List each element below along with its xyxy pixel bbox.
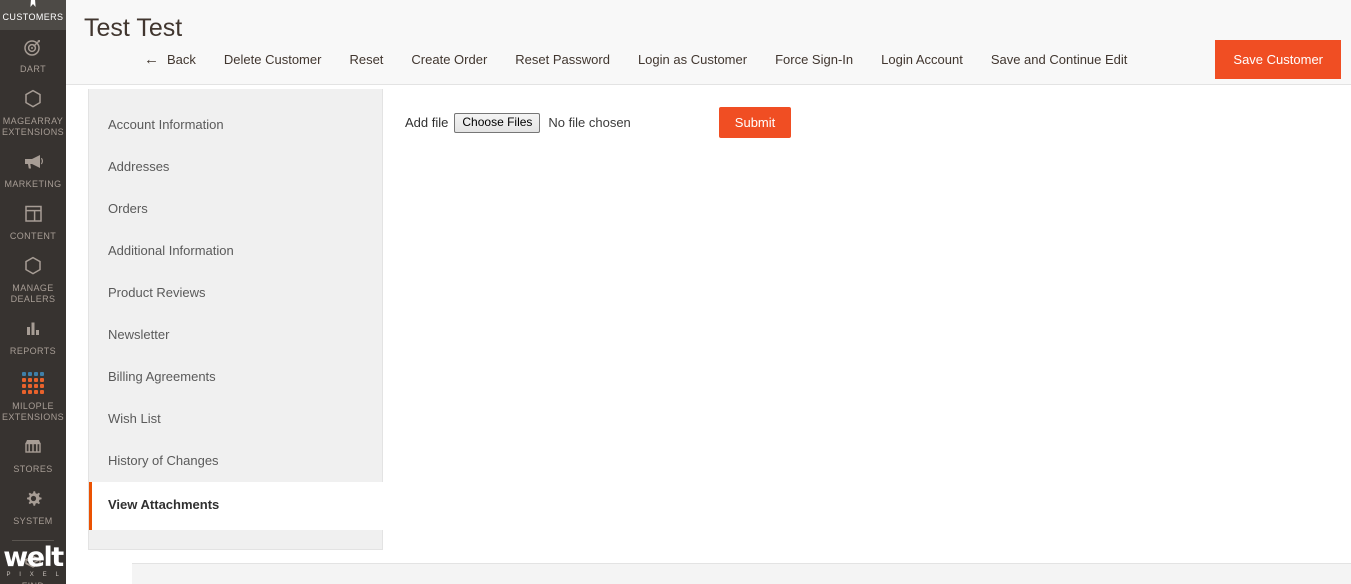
force-sign-in-button[interactable]: Force Sign-In	[775, 52, 853, 67]
logo-secondary-text: P I X E L	[0, 571, 66, 580]
hexagon-icon	[2, 88, 64, 114]
sidebar-item-label: MARKETING	[2, 179, 64, 190]
page-header: Test Test ← Back Delete Customer Reset C…	[66, 0, 1351, 85]
sidebar-item-content[interactable]: CONTENT	[0, 197, 66, 249]
tab-product-reviews[interactable]: Product Reviews	[89, 272, 382, 314]
choose-files-button[interactable]: Choose Files	[454, 113, 540, 133]
edit-layout: Account Information Addresses Orders Add…	[66, 85, 1351, 550]
customers-icon	[2, 0, 64, 10]
bar-chart-icon	[2, 318, 64, 344]
back-button-label: Back	[167, 52, 196, 67]
weltpixel-logo: welt P I X E L	[0, 544, 66, 580]
page-footer	[132, 563, 1351, 584]
tab-newsletter[interactable]: Newsletter	[89, 314, 382, 356]
arrow-left-icon: ←	[144, 52, 159, 67]
sidebar-divider	[12, 540, 54, 541]
storefront-icon	[2, 436, 64, 462]
file-input[interactable]: Choose Files No file chosen	[454, 113, 630, 133]
login-as-customer-button[interactable]: Login as Customer	[638, 52, 747, 67]
save-and-continue-edit-button[interactable]: Save and Continue Edit	[991, 52, 1128, 67]
tab-account-information[interactable]: Account Information	[89, 89, 382, 146]
login-account-button[interactable]: Login Account	[881, 52, 963, 67]
tab-orders[interactable]: Orders	[89, 188, 382, 230]
tabs-panel-footer	[89, 530, 382, 549]
logo-primary-text: welt	[0, 544, 66, 571]
sidebar-item-label: REPORTS	[2, 346, 64, 357]
sidebar-item-label: CUSTOMERS	[2, 12, 64, 23]
reset-button[interactable]: Reset	[349, 52, 383, 67]
tab-history-of-changes[interactable]: History of Changes	[89, 440, 382, 482]
dot-grid-icon	[2, 373, 64, 399]
page-title: Test Test	[66, 0, 1351, 42]
tab-addresses[interactable]: Addresses	[89, 146, 382, 188]
sidebar-item-label: MANAGE DEALERS	[2, 283, 64, 305]
dart-target-icon	[2, 36, 64, 62]
sidebar-item-milople-extensions[interactable]: MILOPLE EXTENSIONS	[0, 364, 66, 430]
customer-tabs-panel: Account Information Addresses Orders Add…	[88, 89, 383, 550]
add-file-label: Add file	[405, 115, 448, 130]
sidebar-item-label: MAGEARRAY EXTENSIONS	[2, 116, 64, 138]
sidebar-item-label: SYSTEM	[2, 516, 64, 527]
sidebar-item-marketing[interactable]: MARKETING	[0, 145, 66, 197]
sidebar-item-dart[interactable]: DART	[0, 30, 66, 82]
megaphone-icon	[2, 151, 64, 177]
sidebar-item-reports[interactable]: REPORTS	[0, 312, 66, 364]
page-body: Account Information Addresses Orders Add…	[66, 85, 1351, 563]
attachments-content: Add file Choose Files No file chosen Sub…	[383, 89, 1351, 138]
main-content-area: Test Test ← Back Delete Customer Reset C…	[66, 0, 1351, 584]
sidebar-item-manage-dealers[interactable]: MANAGE DEALERS	[0, 249, 66, 312]
page-actions-toolbar: ← Back Delete Customer Reset Create Orde…	[66, 42, 1351, 76]
file-chosen-status: No file chosen	[548, 115, 630, 130]
hexagon-icon	[2, 255, 64, 281]
sidebar-item-label: MILOPLE EXTENSIONS	[2, 401, 64, 423]
admin-sidebar: CUSTOMERS DART MAGEARRAY EXTENSIONS	[0, 0, 66, 584]
tab-additional-information[interactable]: Additional Information	[89, 230, 382, 272]
sidebar-item-label: CONTENT	[2, 231, 64, 242]
sidebar-item-system[interactable]: SYSTEM	[0, 482, 66, 534]
gear-icon	[2, 488, 64, 514]
delete-customer-button[interactable]: Delete Customer	[224, 52, 322, 67]
back-button[interactable]: ← Back	[144, 52, 196, 67]
tab-billing-agreements[interactable]: Billing Agreements	[89, 356, 382, 398]
create-order-button[interactable]: Create Order	[411, 52, 487, 67]
sidebar-item-label: STORES	[2, 464, 64, 475]
sidebar-item-customers[interactable]: CUSTOMERS	[0, 0, 66, 30]
sidebar-item-label: DART	[2, 64, 64, 75]
tab-view-attachments[interactable]: View Attachments	[89, 482, 383, 530]
sidebar-item-magearray-extensions[interactable]: MAGEARRAY EXTENSIONS	[0, 82, 66, 145]
add-file-row: Add file Choose Files No file chosen Sub…	[405, 107, 1351, 138]
tab-wish-list[interactable]: Wish List	[89, 398, 382, 440]
submit-button[interactable]: Submit	[719, 107, 791, 138]
reset-password-button[interactable]: Reset Password	[515, 52, 610, 67]
admin-page: CUSTOMERS DART MAGEARRAY EXTENSIONS	[0, 0, 1351, 584]
save-customer-button[interactable]: Save Customer	[1215, 40, 1341, 79]
sidebar-item-stores[interactable]: STORES	[0, 430, 66, 482]
layout-window-icon	[2, 203, 64, 229]
